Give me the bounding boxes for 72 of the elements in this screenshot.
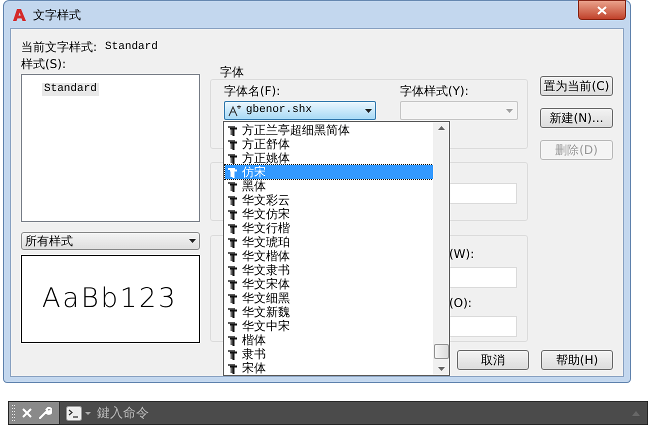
font-option[interactable]: 华文彩云: [225, 193, 433, 207]
scroll-up-button[interactable]: [632, 401, 648, 425]
font-name-label: 字体名(F):: [224, 85, 282, 98]
font-option[interactable]: 华文中宋: [225, 319, 433, 333]
truetype-font-icon: [227, 166, 238, 178]
current-style-label: 当前文字样式:: [21, 39, 98, 56]
app-logo-icon: [12, 8, 26, 22]
command-input[interactable]: 鍵入命令: [97, 401, 632, 425]
truetype-font-icon: [227, 124, 238, 136]
font-option[interactable]: 华文宋体: [225, 277, 433, 291]
dialog-button[interactable]: 新建(N)...: [540, 108, 613, 128]
truetype-font-icon: [227, 306, 238, 318]
font-style-label: 字体样式(Y):: [400, 85, 470, 98]
dropdown-arrow-icon: [364, 108, 372, 112]
truetype-font-icon: [227, 362, 238, 374]
truetype-font-icon: [227, 236, 238, 248]
truetype-font-icon: [227, 194, 238, 206]
font-option[interactable]: 华文行楷: [225, 221, 433, 235]
window-title: 文字样式: [33, 6, 81, 24]
truetype-font-icon: [227, 320, 238, 332]
truetype-font-icon: [227, 138, 238, 150]
font-option[interactable]: 华文楷体: [225, 249, 433, 263]
font-option[interactable]: 华文仿宋: [225, 207, 433, 221]
shx-font-icon: [228, 104, 242, 116]
truetype-font-icon: [227, 152, 238, 164]
truetype-font-icon: [227, 264, 238, 276]
dropdown-arrow-icon: [188, 239, 196, 243]
font-option[interactable]: 华文琥珀: [225, 235, 433, 249]
font-option[interactable]: 黑体: [225, 179, 433, 193]
dialog-button[interactable]: 取消: [457, 350, 529, 370]
current-style-value: Standard: [105, 40, 158, 55]
font-option[interactable]: 宋体: [225, 361, 433, 375]
font-option[interactable]: 华文细黑: [225, 291, 433, 305]
truetype-font-icon: [227, 348, 238, 360]
truetype-font-icon: [227, 292, 238, 304]
close-icon[interactable]: [22, 408, 32, 418]
styles-label: 样式(S):: [21, 57, 68, 71]
caret-icon: [85, 412, 91, 414]
font-option[interactable]: 方正姚体: [225, 151, 433, 165]
command-menu-button[interactable]: [60, 401, 97, 425]
close-button[interactable]: [578, 0, 626, 20]
font-name-dropdown[interactable]: gbenor.shx: [224, 101, 376, 120]
font-option[interactable]: 方正兰亭超细黑简体: [225, 123, 433, 137]
scrollbar[interactable]: [433, 122, 449, 375]
font-group-title: 字体: [220, 66, 245, 79]
terminal-icon: [66, 406, 82, 420]
truetype-font-icon: [227, 278, 238, 290]
font-option[interactable]: 方正舒体: [225, 137, 433, 151]
preview-text: AaBb123: [42, 282, 178, 316]
font-option[interactable]: 华文新魏: [225, 305, 433, 319]
close-icon: [597, 6, 607, 14]
font-option[interactable]: 隶书: [225, 347, 433, 361]
scroll-up-icon: [632, 410, 640, 416]
scroll-down-icon: [438, 367, 444, 371]
font-option[interactable]: 华文隶书: [225, 263, 433, 277]
dialog-button[interactable]: 置为当前(C): [540, 76, 613, 96]
truetype-font-icon: [227, 208, 238, 220]
oblique-angle-label: (O):: [448, 297, 473, 310]
dialog-button[interactable]: 帮助(H): [541, 350, 613, 370]
truetype-font-icon: [227, 180, 238, 192]
truetype-font-icon: [227, 334, 238, 346]
style-filter-dropdown[interactable]: 所有样式: [21, 232, 200, 250]
wrench-icon[interactable]: [38, 406, 52, 420]
font-option[interactable]: 楷体: [225, 333, 433, 347]
scroll-thumb[interactable]: [434, 344, 448, 359]
dropdown-arrow-icon: [506, 108, 513, 112]
style-item[interactable]: Standard: [42, 83, 99, 96]
truetype-font-icon: [227, 250, 238, 262]
truetype-font-icon: [227, 222, 238, 234]
width-factor-label: (W):: [448, 248, 476, 261]
grip-icon[interactable]: [12, 404, 16, 422]
scroll-up-icon: [438, 126, 444, 130]
